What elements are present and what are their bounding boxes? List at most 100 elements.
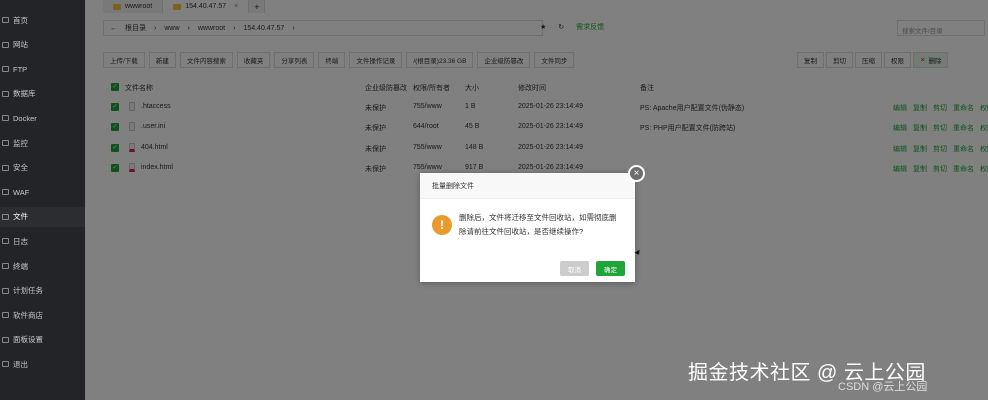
sidebar-item[interactable]: 计划任务 xyxy=(0,281,85,301)
button-label: 终端 xyxy=(325,58,339,65)
toolbar-button[interactable]: 终端 xyxy=(318,52,346,68)
sidebar-item[interactable]: 终端 xyxy=(0,256,85,276)
sidebar-item[interactable]: 首页 xyxy=(0,10,85,30)
sidebar-item-label: FTP xyxy=(13,64,28,74)
toolbar-button[interactable]: 新建 xyxy=(148,52,176,68)
row-action[interactable]: 重命名 xyxy=(953,123,974,133)
permission[interactable]: 755/www xyxy=(413,144,442,151)
permission[interactable]: 755/www xyxy=(413,103,442,110)
sidebar-item-label: 数据库 xyxy=(13,89,36,99)
row-actions: 编辑复制剪切重命名权限 xyxy=(893,164,988,174)
row-action[interactable]: 剪切 xyxy=(933,164,947,174)
toolbar-button[interactable]: 复制 xyxy=(797,52,824,68)
file-name[interactable]: 404.html xyxy=(141,144,168,151)
feedback-link[interactable]: 需求反馈 xyxy=(576,22,604,32)
sidebar-item[interactable]: 退出 xyxy=(0,354,85,374)
tab-site[interactable]: 154.40.47.57 × xyxy=(163,0,250,13)
row-action[interactable]: 重命名 xyxy=(953,164,974,174)
star-icon[interactable]: ★ xyxy=(540,23,546,31)
close-icon[interactable]: × xyxy=(628,165,645,182)
back-icon[interactable]: ← xyxy=(110,25,117,32)
permission[interactable]: 644/root xyxy=(413,123,439,130)
sidebar-item[interactable]: Docker xyxy=(0,108,85,128)
warning-icon: ! xyxy=(432,215,452,235)
search-input[interactable]: 搜索文件/目录 xyxy=(897,20,985,36)
select-all-checkbox[interactable]: ✓ xyxy=(111,83,119,91)
sidebar-item[interactable]: 面板设置 xyxy=(0,330,85,350)
toolbar-button[interactable]: 上传/下载 xyxy=(103,52,145,68)
sidebar-item[interactable]: 安全 xyxy=(0,158,85,178)
row-action[interactable]: 复制 xyxy=(913,164,927,174)
protect-status[interactable]: 未保护 xyxy=(365,123,386,133)
file-name[interactable]: index.html xyxy=(141,164,173,171)
folder-icon xyxy=(113,3,121,10)
toolbar-button[interactable]: /(根目录)23.36 GB xyxy=(406,52,474,68)
toolbar-button[interactable]: 企业级防篡改 xyxy=(477,52,531,68)
crumb[interactable]: www xyxy=(164,25,179,32)
tab-bar: wwwroot 154.40.47.57 × + xyxy=(103,0,266,13)
close-tab-icon[interactable]: × xyxy=(234,3,238,10)
sidebar-item[interactable]: 网站 xyxy=(0,35,85,55)
col-size[interactable]: 大小 xyxy=(465,83,479,93)
row-action[interactable]: 权限 xyxy=(980,123,988,133)
sidebar-item[interactable]: 监控 xyxy=(0,133,85,153)
confirm-button[interactable]: 确定 xyxy=(596,261,625,276)
toolbar-button[interactable]: 收藏夹 xyxy=(236,52,271,68)
row-checkbox[interactable]: ✓ xyxy=(111,143,119,152)
row-action[interactable]: 重命名 xyxy=(953,144,974,154)
row-action[interactable]: 剪切 xyxy=(933,123,947,133)
table-row[interactable]: ✓ .htaccess 未保护 755/www 1 B 2025-01-26 23:14:… xyxy=(107,98,988,116)
permission[interactable]: 755/www xyxy=(413,164,442,171)
row-action[interactable]: 复制 xyxy=(913,103,927,113)
row-action[interactable]: 剪切 xyxy=(933,144,947,154)
row-action[interactable]: 编辑 xyxy=(893,144,907,154)
refresh-icon[interactable]: ↻ xyxy=(558,23,564,31)
crumb[interactable]: 根目录 xyxy=(125,23,146,33)
toolbar-button[interactable]: 剪切 xyxy=(826,52,853,68)
row-checkbox[interactable]: ✓ xyxy=(111,163,119,172)
menu-icon xyxy=(2,263,9,269)
table-row[interactable]: ✓ 404.html 未保护 755/www 148 B 2025-01-26 23:14… xyxy=(107,139,988,157)
protect-status[interactable]: 未保护 xyxy=(365,103,386,113)
col-name[interactable]: 文件名称 xyxy=(125,83,153,93)
row-action[interactable]: 权限 xyxy=(980,164,988,174)
sidebar-item[interactable]: FTP xyxy=(0,59,85,79)
add-tab-button[interactable]: + xyxy=(249,0,266,13)
sidebar-item[interactable]: 软件商店 xyxy=(0,305,85,325)
sidebar-item[interactable]: 数据库 xyxy=(0,84,85,104)
sidebar-item[interactable]: WAF xyxy=(0,182,85,202)
row-action[interactable]: 编辑 xyxy=(893,164,907,174)
row-action[interactable]: 剪切 xyxy=(933,103,947,113)
row-action[interactable]: 权限 xyxy=(980,103,988,113)
crumb[interactable]: wwwroot xyxy=(198,25,225,32)
row-action[interactable]: 编辑 xyxy=(893,103,907,113)
toolbar-button[interactable]: 文件同步 xyxy=(534,52,575,68)
row-checkbox[interactable]: ✓ xyxy=(111,103,119,111)
toolbar-button[interactable]: 文件操作记录 xyxy=(349,52,403,68)
toolbar-button[interactable]: 权限 xyxy=(884,52,911,68)
toolbar-button[interactable]: 分享列表 xyxy=(274,52,315,68)
row-checkbox[interactable]: ✓ xyxy=(111,123,119,132)
folder-icon xyxy=(173,3,182,10)
col-mtime[interactable]: 修改时间 xyxy=(518,83,546,93)
sidebar-item[interactable]: 文件 xyxy=(0,206,85,227)
row-action[interactable]: 复制 xyxy=(913,123,927,133)
protect-status[interactable]: 未保护 xyxy=(365,164,386,174)
button-label: 企业级防篡改 xyxy=(484,58,524,65)
tab-wwwroot[interactable]: wwwroot xyxy=(103,0,164,13)
crumb[interactable]: 154.40.47.57 xyxy=(243,25,284,32)
file-name[interactable]: .htaccess xyxy=(141,103,171,110)
table-row[interactable]: ✓ .user.ini 未保护 644/root 45 B 2025-01-26 23:1… xyxy=(107,118,988,136)
row-action[interactable]: 编辑 xyxy=(893,123,907,133)
row-action[interactable]: 权限 xyxy=(980,144,988,154)
cancel-button[interactable]: 取消 xyxy=(560,261,589,276)
protect-status[interactable]: 未保护 xyxy=(365,144,386,154)
toolbar-button[interactable]: 压缩 xyxy=(855,52,882,68)
toolbar-button[interactable]: 文件内容搜索 xyxy=(179,52,233,68)
toolbar-button[interactable]: ✕ 删除 xyxy=(913,52,949,68)
sidebar-item[interactable]: 日志 xyxy=(0,231,85,251)
row-action[interactable]: 重命名 xyxy=(953,103,974,113)
sidebar-item-label: 面板设置 xyxy=(13,335,43,345)
row-action[interactable]: 复制 xyxy=(913,144,927,154)
file-name[interactable]: .user.ini xyxy=(141,123,165,130)
